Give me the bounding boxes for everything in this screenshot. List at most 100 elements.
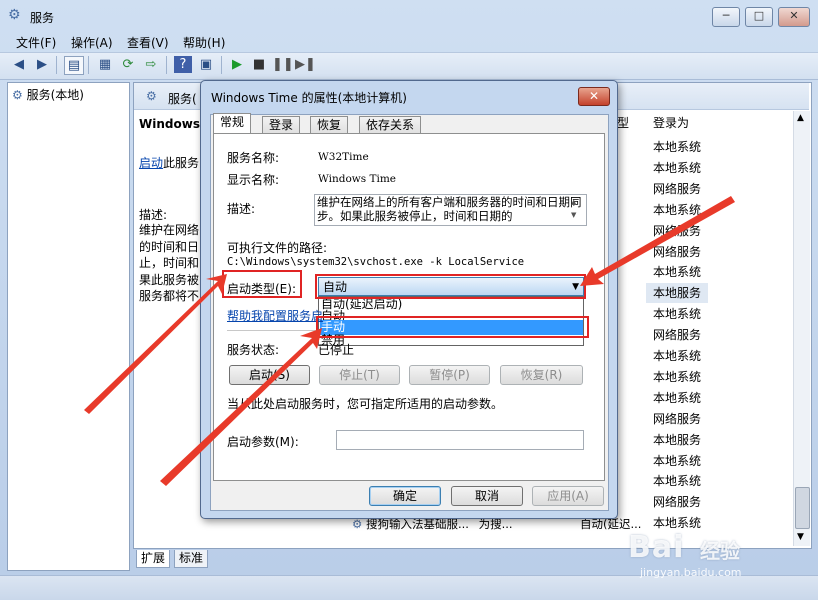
watermark-logo: Bai bbox=[628, 530, 685, 565]
service-name-label: 服务名称: bbox=[227, 151, 280, 165]
logon-cell[interactable]: 本地系统 bbox=[653, 201, 701, 218]
tab-extended[interactable]: 扩展 bbox=[136, 550, 171, 568]
ok-button[interactable]: 确定 bbox=[369, 486, 441, 506]
pane-header-title: 服务( bbox=[168, 92, 197, 106]
show-tree-icon[interactable]: ▤ bbox=[64, 56, 84, 75]
tree-item-local-services[interactable]: ⚙ 服务(本地) bbox=[12, 86, 84, 103]
logon-cell[interactable]: 网络服务 bbox=[653, 326, 701, 343]
stop-button[interactable]: 停止(T) bbox=[319, 365, 400, 385]
logon-cell[interactable]: 本地系统 bbox=[653, 263, 701, 280]
divider bbox=[227, 330, 316, 331]
search-icon: ⚙ bbox=[146, 89, 157, 103]
cancel-button[interactable]: 取消 bbox=[451, 486, 523, 506]
logon-cell[interactable]: 本地服务 bbox=[653, 284, 701, 301]
toolbar-separator bbox=[221, 56, 222, 74]
menu-action[interactable]: 操作(A) bbox=[71, 34, 113, 51]
vertical-scrollbar[interactable]: ▲ ▼ bbox=[793, 111, 810, 546]
dialog-close-button[interactable]: ✕ bbox=[578, 87, 610, 106]
scrollbar-thumb[interactable] bbox=[795, 487, 810, 529]
logon-cell[interactable]: 网络服务 bbox=[653, 243, 701, 260]
tab-standard[interactable]: 标准 bbox=[174, 550, 209, 568]
logon-cell[interactable]: 网络服务 bbox=[653, 180, 701, 197]
logon-cell[interactable]: 本地系统 bbox=[653, 347, 701, 364]
logon-cell[interactable]: 网络服务 bbox=[653, 493, 701, 510]
start-service-link[interactable]: 启动 bbox=[139, 156, 163, 170]
column-header-startup-type[interactable]: 型 bbox=[617, 114, 629, 134]
logon-cell[interactable]: 网络服务 bbox=[653, 410, 701, 427]
export-list-icon[interactable]: ⇨ bbox=[142, 56, 160, 73]
console-tree bbox=[7, 82, 130, 571]
service-status-value: 已停止 bbox=[318, 343, 355, 357]
start-service-line: 启动此服务 bbox=[139, 154, 199, 171]
menu-bar bbox=[0, 30, 818, 52]
logon-cell[interactable]: 本地系统 bbox=[653, 305, 701, 322]
description-text: 维护在网络 的时间和日 止，时间和 果此服务被 服务都将不 bbox=[139, 222, 199, 305]
watermark-url: jingyan.baidu.com bbox=[640, 566, 742, 579]
column-header-logon-as[interactable]: 登录为 bbox=[653, 114, 689, 134]
annotation-box-combo bbox=[315, 274, 586, 299]
selected-service-name: Windows bbox=[139, 117, 200, 131]
service-name-value: W32Time bbox=[318, 151, 369, 163]
logon-cell[interactable]: 本地系统 bbox=[653, 514, 701, 531]
refresh-icon[interactable]: ⟳ bbox=[119, 56, 137, 73]
minimize-button[interactable]: ─ bbox=[712, 7, 740, 27]
description-line: 止，时间和 bbox=[139, 256, 200, 270]
back-arrow-icon[interactable]: ◀ bbox=[10, 56, 28, 73]
scroll-up-arrow-icon[interactable]: ▲ bbox=[797, 113, 804, 123]
title-bar bbox=[0, 0, 818, 30]
services-gear-icon: ⚙ bbox=[12, 88, 23, 102]
description-label: 描述: bbox=[227, 202, 256, 216]
description-line: 服务都将不 bbox=[139, 289, 200, 303]
service-desc: 为搜... bbox=[478, 517, 513, 531]
pause-button[interactable]: 暂停(P) bbox=[409, 365, 490, 385]
tree-item-label: 服务(本地) bbox=[26, 88, 84, 102]
watermark-brand: 经验 bbox=[700, 539, 740, 563]
apply-button[interactable]: 应用(A) bbox=[532, 486, 604, 506]
help-icon[interactable]: ? bbox=[174, 56, 192, 73]
scroll-down-arrow-icon[interactable]: ▼ bbox=[797, 532, 804, 542]
dialog-title: Windows Time 的属性(本地计算机) bbox=[211, 91, 407, 105]
menu-help[interactable]: 帮助(H) bbox=[183, 34, 225, 51]
help-configure-link[interactable]: 帮助我配置服务启 bbox=[227, 307, 323, 324]
menu-view[interactable]: 查看(V) bbox=[127, 34, 169, 51]
start-params-input[interactable] bbox=[336, 430, 584, 450]
console-icon[interactable]: ▣ bbox=[197, 56, 215, 73]
description-label: 描述: bbox=[139, 208, 168, 222]
maximize-button[interactable]: □ bbox=[745, 7, 773, 27]
service-status-label: 服务状态: bbox=[227, 343, 280, 357]
start-params-hint: 当从此处启动服务时，您可指定所适用的启动参数。 bbox=[227, 397, 504, 411]
logon-cell[interactable]: 本地服务 bbox=[653, 431, 701, 448]
display-name-label: 显示名称: bbox=[227, 173, 280, 187]
forward-arrow-icon[interactable]: ▶ bbox=[33, 56, 51, 73]
logon-cell[interactable]: 网络服务 bbox=[653, 222, 701, 239]
toolbar-separator bbox=[88, 56, 89, 74]
description-line: 的时间和日 bbox=[139, 239, 200, 254]
description-scroll-icon[interactable]: ▲ ▼ bbox=[571, 196, 576, 222]
toolbar-separator bbox=[166, 56, 167, 74]
tab-general[interactable]: 常规 bbox=[213, 113, 252, 135]
start-service-suffix: 此服务 bbox=[163, 156, 200, 170]
description-box[interactable]: 维护在网络上的所有客户端和服务器的时间和日期同步。如果此服务被停止，时间和日期的 bbox=[314, 194, 587, 226]
menu-file[interactable]: 文件(F) bbox=[16, 34, 56, 51]
toolbar-separator bbox=[56, 56, 57, 74]
close-button[interactable]: ✕ bbox=[778, 7, 810, 27]
start-service-icon[interactable]: ▶ bbox=[228, 56, 246, 73]
description-line: 维护在网络 bbox=[139, 223, 200, 237]
logon-cell[interactable]: 本地系统 bbox=[653, 452, 701, 469]
logon-cell[interactable]: 本地系统 bbox=[653, 368, 701, 385]
logon-cell[interactable]: 本地系统 bbox=[653, 389, 701, 406]
logon-cell[interactable]: 本地系统 bbox=[653, 138, 701, 155]
pause-service-icon[interactable]: ❚❚ bbox=[272, 56, 294, 73]
properties-icon[interactable]: ▦ bbox=[96, 56, 114, 73]
annotation-box-startup-label bbox=[222, 270, 302, 298]
display-name-value: Windows Time bbox=[318, 173, 397, 185]
executable-path-value: C:\Windows\system32\svchost.exe -k Local… bbox=[227, 256, 525, 268]
restart-service-icon[interactable]: ▶❚ bbox=[295, 56, 316, 73]
logon-cell[interactable]: 本地系统 bbox=[653, 159, 701, 176]
resume-button[interactable]: 恢复(R) bbox=[500, 365, 583, 385]
service-name: 搜狗输入法基础服... bbox=[365, 517, 469, 531]
stop-service-icon[interactable]: ■ bbox=[250, 56, 268, 73]
logon-cell[interactable]: 本地系统 bbox=[653, 472, 701, 489]
start-button[interactable]: 启动(S) bbox=[229, 365, 310, 385]
description-line: 果此服务被 bbox=[139, 272, 200, 287]
